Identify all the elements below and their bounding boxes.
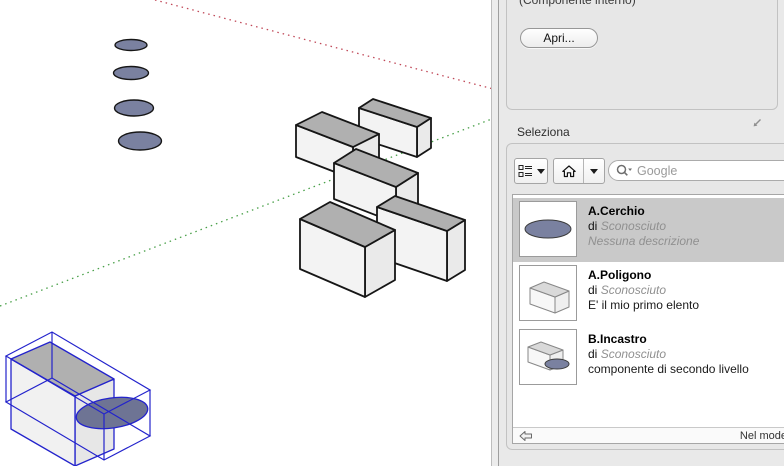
search-icon[interactable] [615,163,633,178]
browser-toolbar: Google [507,158,784,184]
component-thumbnail [519,265,577,321]
component-info: A.Cerchio di Sconosciuto Nessuna descriz… [588,198,699,249]
component-thumbnail [519,329,577,385]
list-footer: Nel modello [513,427,784,443]
component-name: A.Poligono [588,268,699,283]
component-name: B.Incastro [588,332,749,347]
selected-component[interactable] [6,332,150,466]
component-info: B.Incastro di Sconosciuto componente di … [588,326,749,377]
search-placeholder: Google [637,164,677,178]
thumbnail-ellipse [545,359,569,369]
component-info-box: (Componente interno) Apri... [506,0,778,110]
home-button[interactable] [554,159,584,183]
component-author: di Sconosciuto [588,283,699,298]
section-label: Seleziona [517,125,570,139]
component-ellipse[interactable] [114,67,149,80]
viewport-3d[interactable] [0,0,492,466]
component-author: di Sconosciuto [588,219,699,234]
red-axis-line [155,0,492,90]
component-browser-box: Google A.Cerchio di Sconosciuto Nessuna … [506,143,784,450]
chevron-down-icon [590,169,598,174]
app-window: (Componente interno) Apri... Seleziona [0,0,784,466]
component-name: A.Cerchio [588,204,699,219]
component-list: A.Cerchio di Sconosciuto Nessuna descriz… [512,194,784,444]
list-item[interactable]: A.Poligono di Sconosciuto E' il mio prim… [513,262,784,326]
component-description: Nessuna descrizione [588,234,699,249]
component-description: E' il mio primo elento [588,298,699,313]
home-button-group [553,158,605,184]
home-icon [561,164,577,179]
internal-component-label: (Componente interno) [519,0,636,7]
list-item[interactable]: B.Incastro di Sconosciuto componente di … [513,326,784,390]
component-ellipse[interactable] [115,100,154,116]
component-info: A.Poligono di Sconosciuto E' il mio prim… [588,262,699,313]
open-button[interactable]: Apri... [520,28,598,48]
thumbnail-ellipse [525,220,571,238]
view-options-icon [518,164,533,178]
component-ellipse[interactable] [115,40,147,51]
detach-arrow-icon[interactable] [751,117,763,129]
chevron-down-icon [537,169,545,174]
components-panel: (Componente interno) Apri... Seleziona [499,0,784,466]
component-ellipse[interactable] [119,132,162,150]
component-thumbnail [519,201,577,257]
component-author: di Sconosciuto [588,347,749,362]
search-input[interactable]: Google [608,160,784,181]
thumbnail-box[interactable] [530,282,569,313]
home-dropdown-button[interactable] [584,159,604,183]
view-options-button[interactable] [514,158,548,184]
component-description: componente di secondo livello [588,362,749,377]
footer-scope-label: Nel modello [740,430,784,442]
list-item[interactable]: A.Cerchio di Sconosciuto Nessuna descriz… [513,198,784,262]
window-divider [491,0,499,466]
back-arrow-icon[interactable] [519,430,533,442]
